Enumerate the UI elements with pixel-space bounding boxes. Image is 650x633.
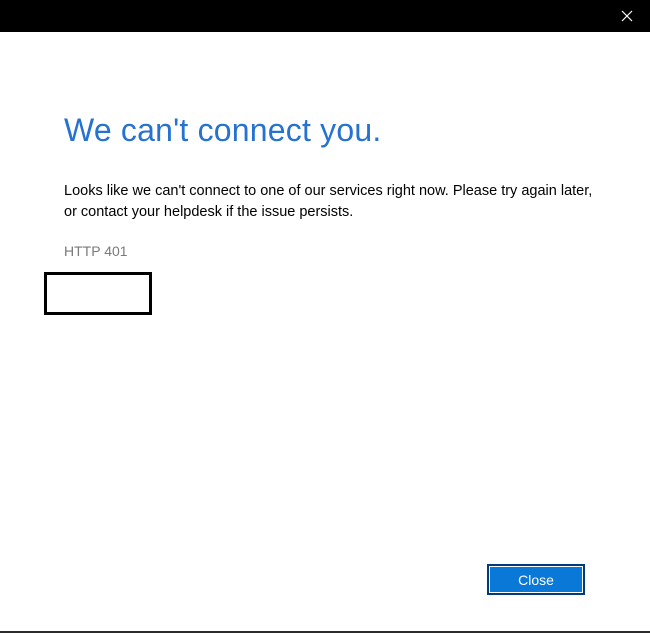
dialog-title: We can't connect you. — [64, 112, 382, 148]
title-bar — [0, 0, 650, 32]
error-message: Looks like we can't connect to one of ou… — [64, 183, 593, 220]
redaction-box — [44, 272, 152, 315]
dialog-content: We can't connect you. Looks like we can'… — [0, 32, 650, 631]
error-code: HTTP 401 — [64, 243, 128, 259]
close-icon[interactable] — [618, 7, 636, 25]
close-button[interactable]: Close — [487, 564, 585, 595]
